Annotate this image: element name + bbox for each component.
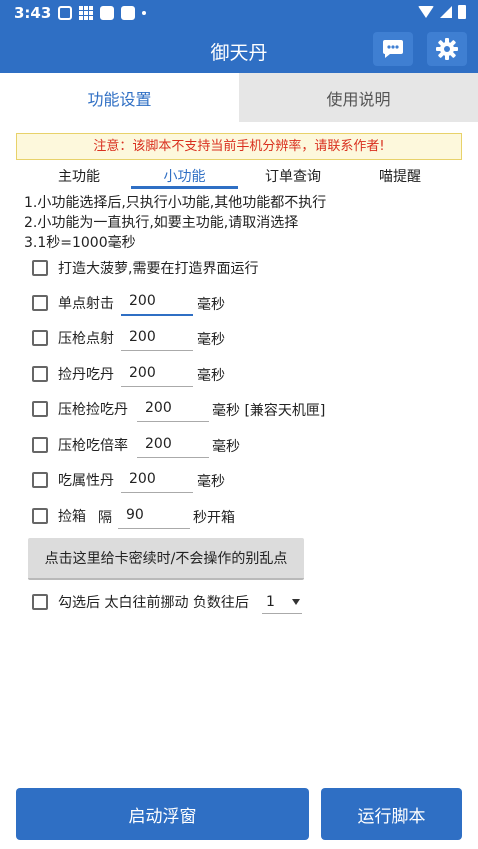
info-line-3: 3.1秒=1000毫秒 <box>24 235 136 251</box>
option-pick-box[interactable]: 捡箱 <box>32 501 86 531</box>
option-taibai[interactable]: 勾选后 太白往前挪动 负数往后 <box>32 587 249 617</box>
press-multiplier-interval-input[interactable] <box>137 430 209 458</box>
press-shot-unit: 毫秒 <box>197 332 225 348</box>
signal-icon <box>440 6 452 18</box>
press-multiplier-unit: 毫秒 <box>212 439 240 455</box>
app-notification-icon <box>100 6 114 20</box>
press-shot-label: 压枪点射 <box>58 331 114 347</box>
chat-icon <box>383 40 403 58</box>
subtab-main-function[interactable]: 主功能 <box>54 166 104 186</box>
attr-pill-label: 吃属性丹 <box>58 473 114 489</box>
settings-button[interactable] <box>427 32 467 66</box>
single-shot-interval-input[interactable] <box>121 288 193 316</box>
resolution-warning: 注意：该脚本不支持当前手机分辨率，请联系作者! <box>16 133 462 160</box>
info-line-1: 1.小功能选择后,只执行小功能,其他功能都不执行 <box>24 195 327 211</box>
press-pick-pill-checkbox[interactable] <box>32 401 48 417</box>
card-key-renew-button[interactable]: 点击这里给卡密续时/不会操作的别乱点 <box>28 538 304 580</box>
option-attr-pill[interactable]: 吃属性丹 <box>32 465 114 495</box>
battery-icon <box>458 5 466 19</box>
attr-pill-unit: 毫秒 <box>197 474 225 490</box>
taibai-offset-select[interactable]: 1 <box>262 590 302 614</box>
main-tabs: 功能设置 使用说明 <box>0 73 478 122</box>
option-press-shot[interactable]: 压枪点射 <box>32 323 114 353</box>
subtab-small-function[interactable]: 小功能 <box>131 166 238 186</box>
press-pick-pill-label: 压枪捡吃丹 <box>58 402 128 418</box>
system-icons <box>418 5 466 19</box>
press-pick-pill-unit: 毫秒 [兼容天机匣] <box>212 403 326 419</box>
pick-box-checkbox[interactable] <box>32 508 48 524</box>
press-shot-checkbox[interactable] <box>32 330 48 346</box>
info-line-2: 2.小功能为一直执行,如要主功能,请取消选择 <box>24 215 299 231</box>
app-notification-icon-2 <box>121 6 135 20</box>
option-pineapple[interactable]: 打造大菠萝,需要在打造界面运行 <box>32 253 258 283</box>
press-multiplier-label: 压枪吃倍率 <box>58 438 128 454</box>
single-shot-checkbox[interactable] <box>32 295 48 311</box>
attr-pill-checkbox[interactable] <box>32 472 48 488</box>
status-bar: 3:43 <box>0 0 478 26</box>
subtab-active-indicator <box>131 186 238 189</box>
option-press-pick-pill[interactable]: 压枪捡吃丹 <box>32 394 128 424</box>
start-float-window-button[interactable]: 启动浮窗 <box>16 788 309 840</box>
single-shot-label: 单点射击 <box>58 296 114 312</box>
status-time: 3:43 <box>14 4 52 22</box>
tab-feature-settings[interactable]: 功能设置 <box>0 73 239 122</box>
notification-square-icon <box>58 6 72 20</box>
pick-box-interval-input[interactable] <box>118 501 190 529</box>
pick-pill-checkbox[interactable] <box>32 366 48 382</box>
taibai-checkbox[interactable] <box>32 594 48 610</box>
taibai-label: 勾选后 太白往前挪动 负数往后 <box>58 595 249 611</box>
pick-pill-unit: 毫秒 <box>197 368 225 384</box>
run-script-button[interactable]: 运行脚本 <box>321 788 462 840</box>
pick-pill-label: 捡丹吃丹 <box>58 367 114 383</box>
pineapple-label: 打造大菠萝,需要在打造界面运行 <box>58 261 259 277</box>
pick-pill-interval-input[interactable] <box>121 359 193 387</box>
wifi-icon <box>418 6 434 18</box>
pick-box-sep-label: 隔 <box>98 510 112 526</box>
attr-pill-interval-input[interactable] <box>121 465 193 493</box>
option-press-multiplier[interactable]: 压枪吃倍率 <box>32 430 128 460</box>
press-multiplier-checkbox[interactable] <box>32 437 48 453</box>
chat-button[interactable] <box>373 32 413 66</box>
more-dot-icon <box>142 11 146 15</box>
subtab-meow-reminder[interactable]: 喵提醒 <box>372 166 428 186</box>
taibai-offset-value: 1 <box>266 593 275 610</box>
gear-icon <box>436 38 458 60</box>
option-pick-pill[interactable]: 捡丹吃丹 <box>32 359 114 389</box>
option-single-shot[interactable]: 单点射击 <box>32 288 114 318</box>
grid-icon <box>79 6 93 20</box>
dropdown-caret-icon <box>292 598 300 605</box>
press-pick-pill-interval-input[interactable] <box>137 394 209 422</box>
single-shot-unit: 毫秒 <box>197 297 225 313</box>
subtab-order-query[interactable]: 订单查询 <box>258 166 328 186</box>
app-bar: 御天丹 <box>0 26 478 73</box>
tab-instructions[interactable]: 使用说明 <box>239 73 478 122</box>
press-shot-interval-input[interactable] <box>121 323 193 351</box>
pineapple-checkbox[interactable] <box>32 260 48 276</box>
pick-box-label: 捡箱 <box>58 509 86 525</box>
pick-box-unit: 秒开箱 <box>193 510 235 526</box>
notification-icons <box>58 6 146 20</box>
